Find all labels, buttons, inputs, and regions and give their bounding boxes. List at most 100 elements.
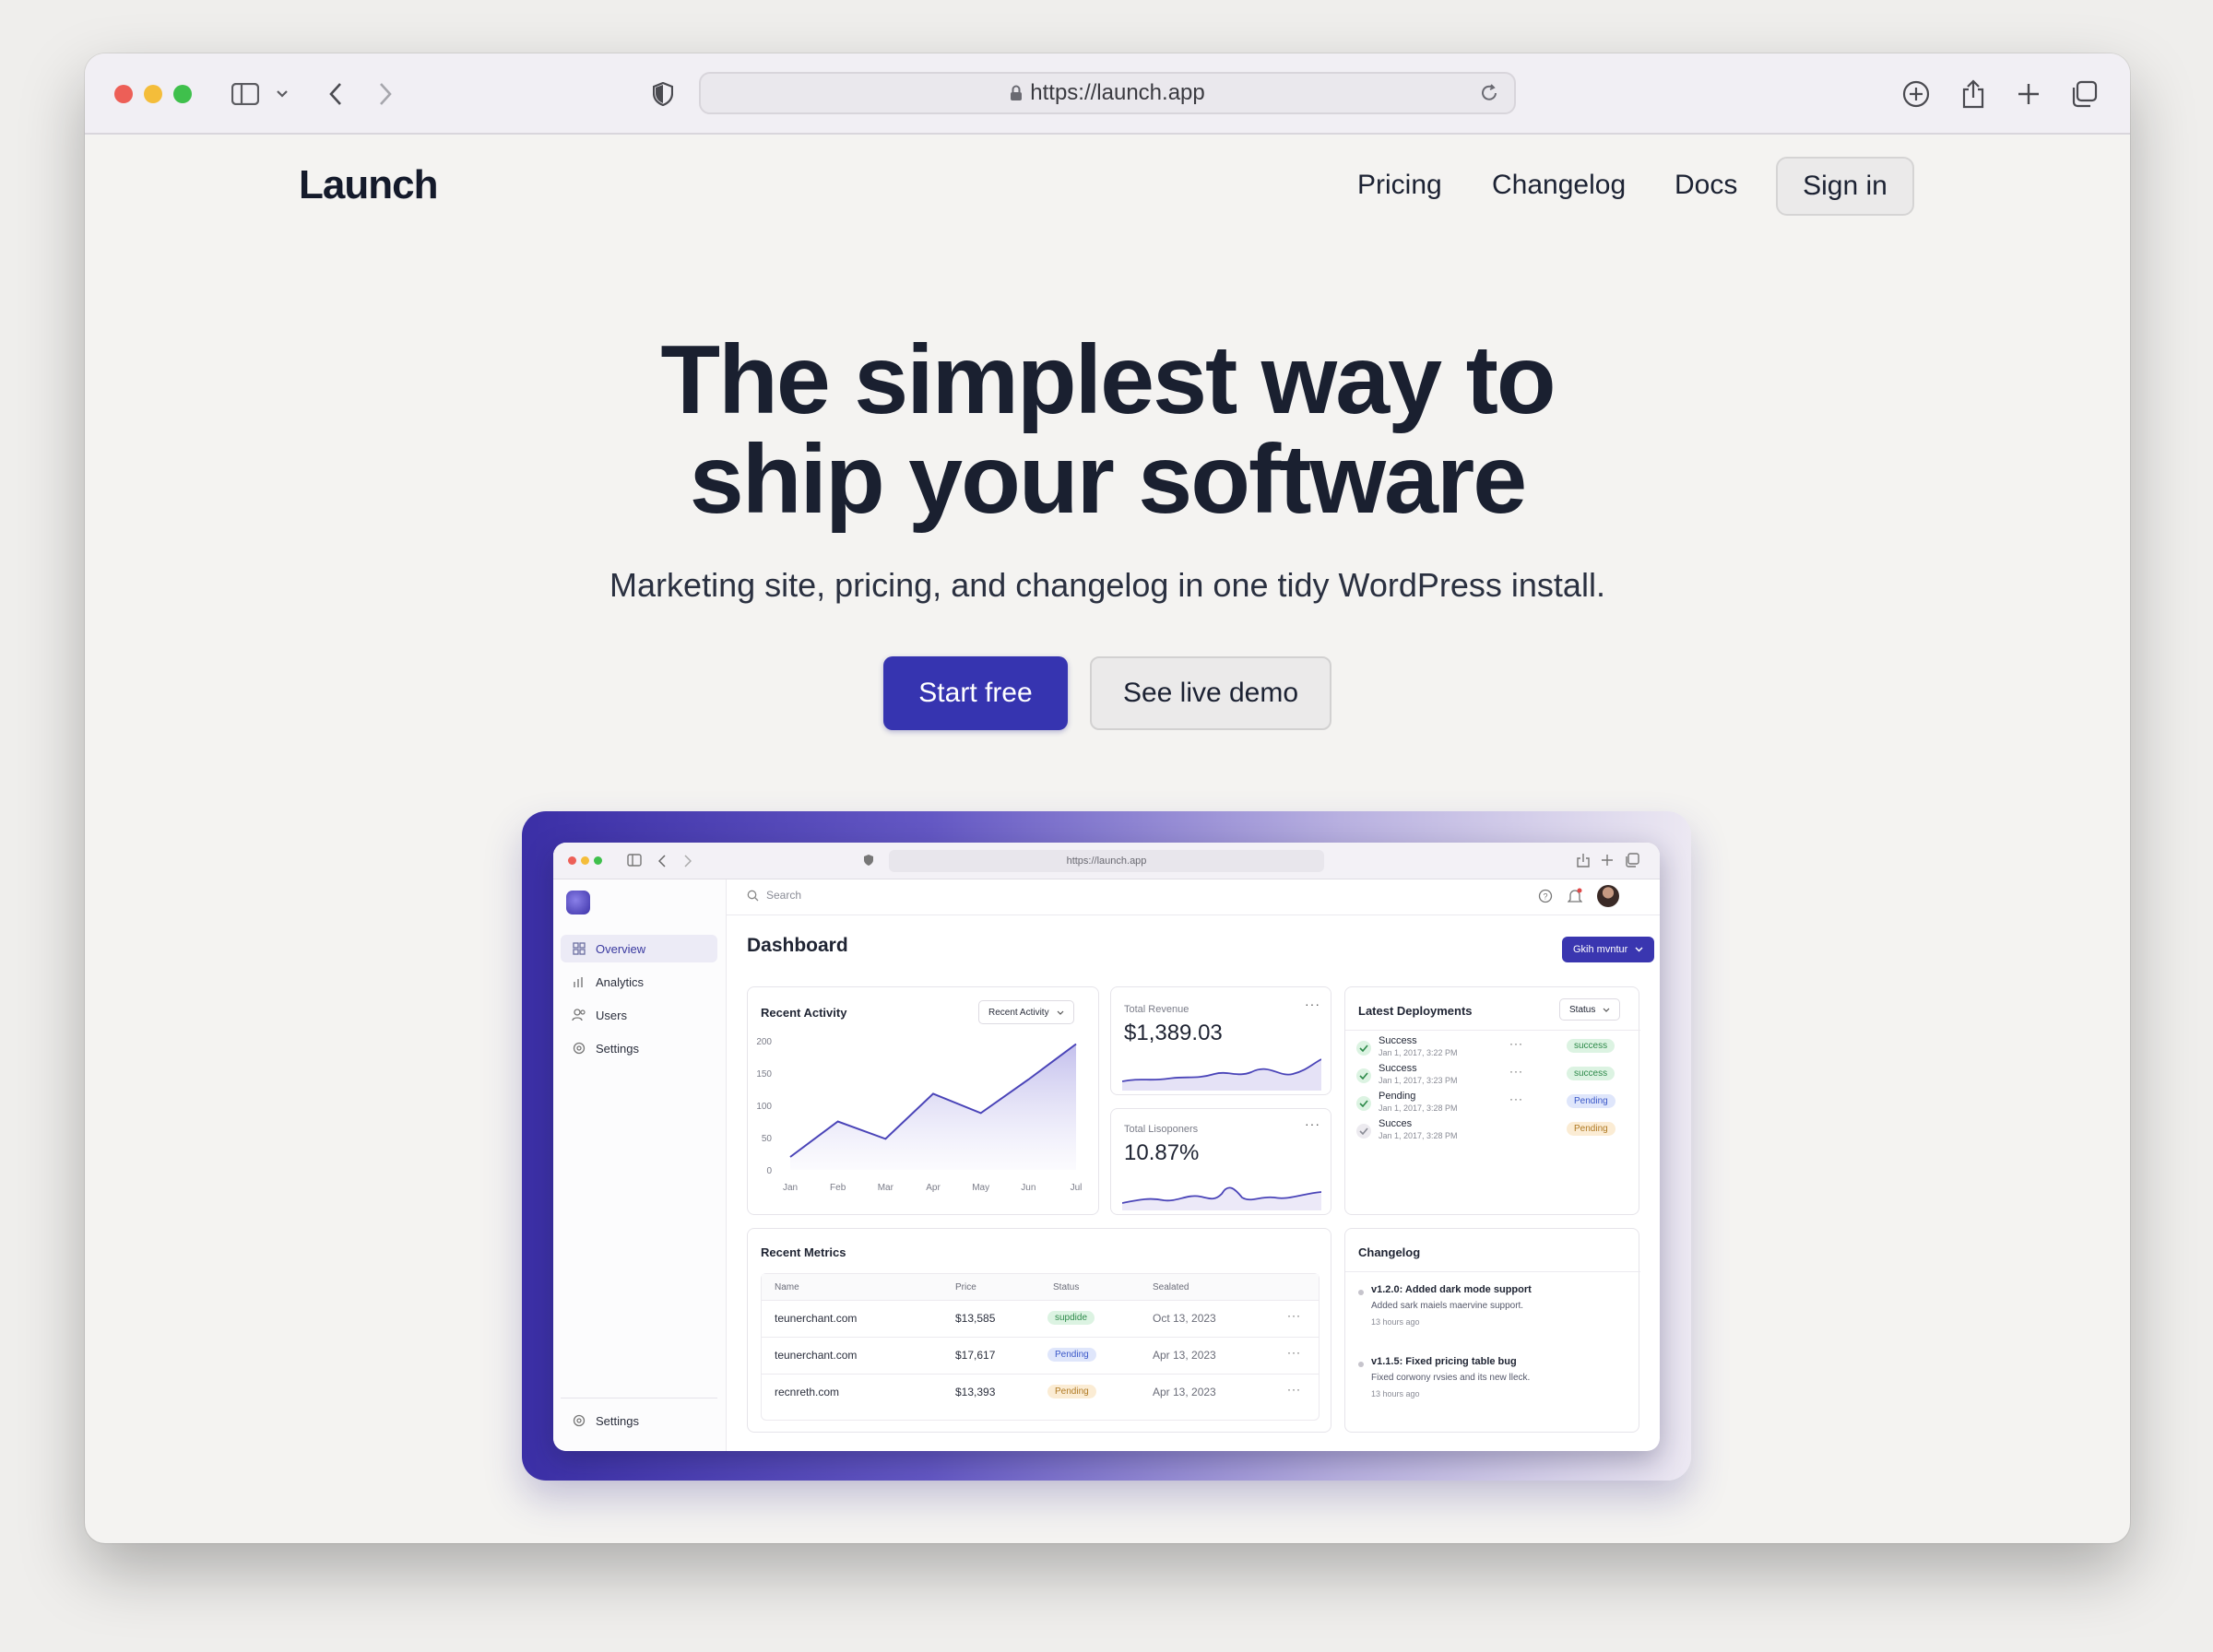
metrics-header-row: Name Price Status Sealated (762, 1274, 1319, 1300)
deployment-row[interactable]: Pending Jan 1, 2017, 3:28 PM ··· Pending (1345, 1091, 1640, 1118)
sidebar-item-analytics[interactable]: Analytics (561, 968, 717, 996)
download-icon[interactable] (1899, 74, 1933, 114)
total-lisoponers-value: 10.87% (1124, 1140, 1200, 1165)
bullet-dot (1358, 1290, 1364, 1295)
more-icon[interactable]: ··· (1287, 1383, 1301, 1396)
tab-overview-icon[interactable] (2067, 74, 2101, 114)
hero-subtitle: Marketing site, pricing, and changelog i… (609, 566, 1605, 604)
row-price: $17,617 (955, 1349, 996, 1362)
y-tick-label: 0 (766, 1166, 772, 1176)
mock-forward-icon (684, 855, 692, 872)
y-tick-label: 200 (756, 1037, 772, 1047)
new-tab-icon[interactable] (2012, 74, 2045, 114)
lock-icon (1010, 85, 1023, 101)
activity-range-dropdown[interactable]: Recent Activity (978, 1000, 1074, 1024)
x-tick-label: May (972, 1183, 989, 1193)
more-icon[interactable]: ··· (1305, 997, 1320, 1011)
mock-browser-toolbar: https://launch.app (553, 843, 1660, 879)
table-row[interactable]: teunerchant.com $17,617 Pending Apr 13, 202… (762, 1337, 1319, 1374)
mock-address-text: https://launch.app (1066, 856, 1147, 867)
check-circle-icon (1356, 1096, 1371, 1111)
browser-toolbar: https://launch.app (85, 53, 2130, 135)
back-icon[interactable] (323, 74, 349, 114)
changelog-item[interactable]: v1.2.0: Added dark mode support Added sar… (1345, 1284, 1640, 1349)
deployment-row[interactable]: Succes Jan 1, 2017, 3:28 PM Pending (1345, 1118, 1640, 1146)
sidebar-item-users[interactable]: Users (561, 1001, 717, 1029)
changelog-card: Changelog v1.2.0: Added dark mode suppor… (1344, 1228, 1640, 1433)
close-window-button[interactable] (114, 85, 133, 103)
deployment-time: Jan 1, 2017, 3:28 PM (1379, 1103, 1458, 1113)
nav-docs[interactable]: Docs (1675, 170, 1737, 201)
total-revenue-value: $1,389.03 (1124, 1021, 1223, 1045)
minimize-window-button[interactable] (144, 85, 162, 103)
activity-dropdown-label: Recent Activity (988, 1007, 1049, 1018)
mock-back-icon (657, 855, 666, 872)
deployment-row[interactable]: Success Jan 1, 2017, 3:23 PM ··· success (1345, 1063, 1640, 1091)
nav-pricing[interactable]: Pricing (1357, 170, 1442, 201)
total-lisoponers-label: Total Lisoponers (1124, 1124, 1199, 1135)
hero-title: The simplest way to ship your software (85, 330, 2130, 529)
address-bar[interactable]: https://launch.app (699, 72, 1516, 114)
zoom-window-button[interactable] (173, 85, 192, 103)
sidebar-item-label: Users (596, 1008, 627, 1022)
status-badge: Pending (1047, 1348, 1096, 1362)
bell-icon[interactable] (1567, 888, 1583, 909)
more-icon[interactable]: ··· (1509, 1092, 1523, 1105)
app-logo-icon (566, 891, 590, 914)
more-icon[interactable]: ··· (1305, 1116, 1320, 1131)
deployment-time: Jan 1, 2017, 3:23 PM (1379, 1076, 1458, 1085)
changelog-item[interactable]: v1.1.5: Fixed pricing table bug Fixed cor… (1345, 1356, 1640, 1421)
more-icon[interactable]: ··· (1287, 1346, 1301, 1359)
lisoponers-sparkline (1122, 1186, 1321, 1210)
bullet-dot (1358, 1362, 1364, 1367)
hero-title-line2: ship your software (689, 425, 1527, 534)
grid-icon (572, 941, 586, 956)
recent-activity-title: Recent Activity (761, 1006, 847, 1020)
mock-sidebar: Overview Analytics Users Settings Settin… (553, 879, 727, 1451)
browser-window: https://launch.app Launch Pricing Change… (85, 53, 2130, 1543)
recent-metrics-card: Recent Metrics Name Price Status Sealate… (747, 1228, 1331, 1433)
more-icon[interactable]: ··· (1509, 1037, 1523, 1050)
shield-icon[interactable] (649, 74, 677, 114)
deployment-row[interactable]: Success Jan 1, 2017, 3:22 PM ··· success (1345, 1035, 1640, 1063)
y-tick-label: 150 (756, 1069, 772, 1080)
sign-in-button[interactable]: Sign in (1776, 157, 1914, 216)
total-lisoponers-card: Total Lisoponers ··· 10.87% (1110, 1108, 1331, 1215)
mock-minimize-dot (581, 856, 589, 865)
share-icon[interactable] (1957, 74, 1990, 114)
row-name: recnreth.com (775, 1386, 840, 1398)
live-demo-button[interactable]: See live demo (1090, 656, 1331, 730)
mock-main: Search ? Dashboard Gkih mvntur Recent Ac… (727, 879, 1660, 1451)
more-icon[interactable]: ··· (1287, 1309, 1301, 1322)
svg-text:?: ? (1543, 892, 1547, 902)
deployment-name: Success (1379, 1063, 1417, 1074)
deployments-divider (1345, 1030, 1640, 1031)
page-title: Dashboard (747, 935, 848, 956)
mock-search-input[interactable]: Search (747, 889, 801, 902)
site-logo[interactable]: Launch (299, 162, 438, 208)
help-icon[interactable]: ? (1538, 889, 1553, 908)
status-filter-dropdown[interactable]: Status (1559, 998, 1621, 1021)
reload-icon[interactable] (1479, 83, 1499, 103)
chevron-down-icon[interactable] (273, 74, 291, 114)
nav-changelog[interactable]: Changelog (1492, 170, 1626, 201)
dashboard-mockup: https://launch.app Overview Analytics Us… (553, 843, 1660, 1451)
sidebar-item-overview[interactable]: Overview (561, 935, 717, 962)
total-revenue-label: Total Revenue (1124, 1004, 1189, 1015)
sidebar-item-settings[interactable]: Settings (561, 1034, 717, 1062)
mock-tabs-icon (1625, 853, 1639, 872)
sidebar-toggle-icon[interactable] (229, 74, 262, 114)
sidebar-footer-settings[interactable]: Settings (561, 1407, 717, 1434)
forward-icon[interactable] (373, 74, 398, 114)
x-tick-label: Apr (926, 1183, 941, 1193)
avatar[interactable] (1597, 885, 1619, 907)
header-action-button[interactable]: Gkih mvntur (1562, 937, 1655, 962)
table-row[interactable]: recnreth.com $13,393 Pending Apr 13, 2023 ··… (762, 1374, 1319, 1410)
start-free-button[interactable]: Start free (883, 656, 1068, 730)
chevron-down-icon (1603, 1008, 1610, 1012)
x-tick-label: Feb (830, 1183, 846, 1193)
table-row[interactable]: teunerchant.com $13,585 supdide Oct 13, 202… (762, 1300, 1319, 1337)
x-tick-label: Jul (1071, 1183, 1083, 1193)
more-icon[interactable]: ··· (1509, 1065, 1523, 1078)
changelog-item-desc: Fixed corwony rvsies and its new lleck. (1371, 1373, 1531, 1383)
